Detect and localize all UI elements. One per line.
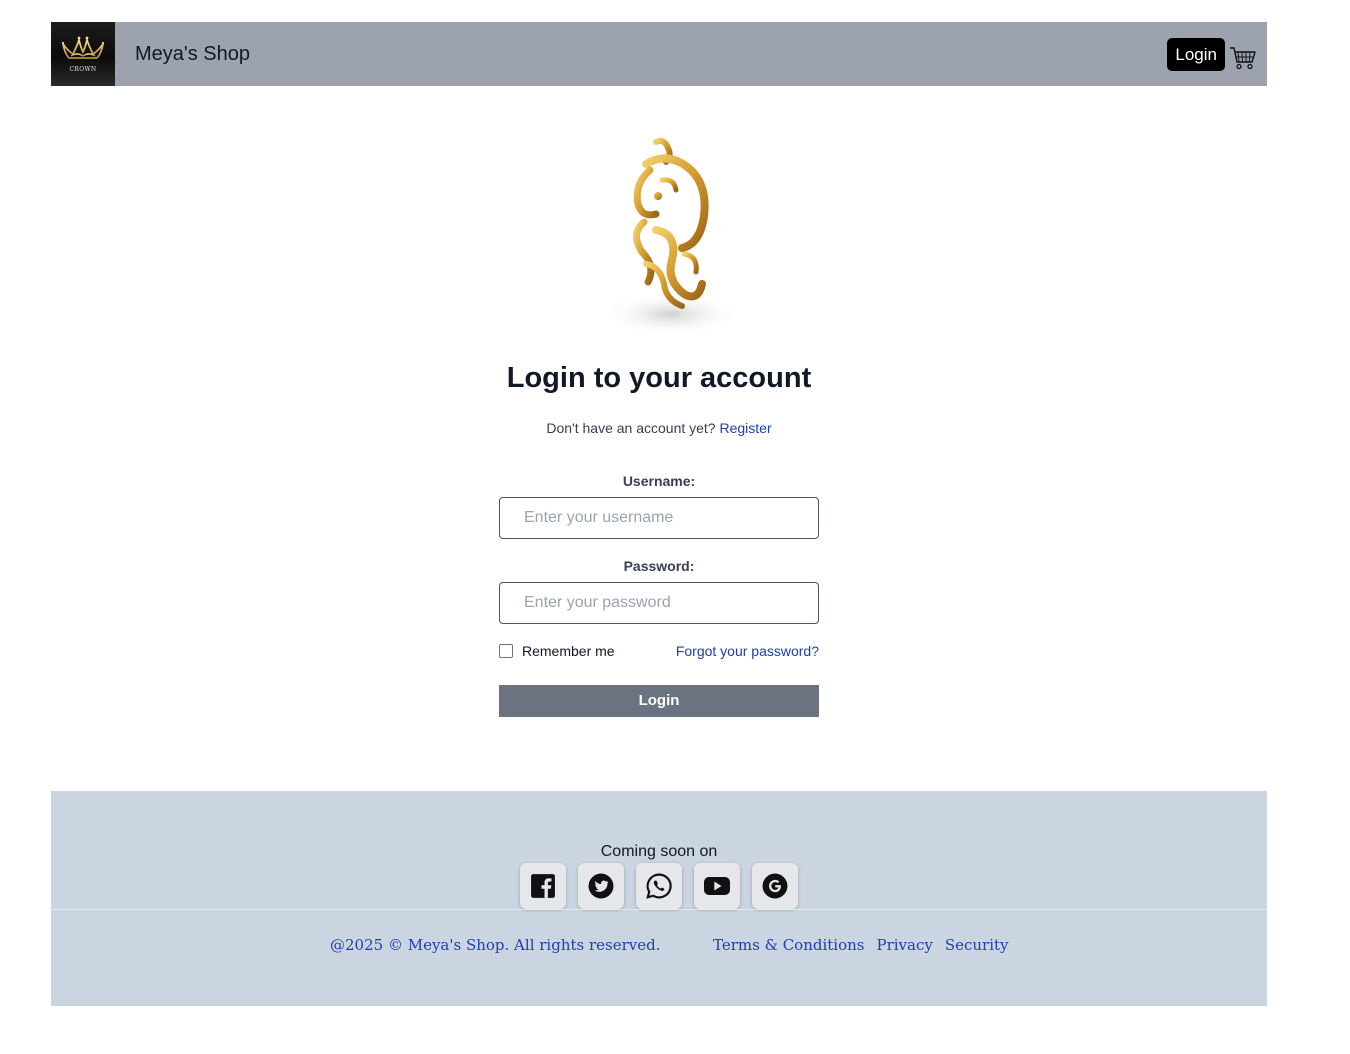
privacy-link[interactable]: Privacy [876, 936, 932, 954]
security-link[interactable]: Security [945, 936, 1009, 954]
page-frame: CROWN Meya's Shop Login Login to your ac… [51, 22, 1267, 1006]
forgot-password-link[interactable]: Forgot your password? [676, 643, 819, 659]
password-label: Password: [623, 558, 695, 574]
twitter-icon[interactable] [578, 863, 624, 909]
login-submit-button[interactable]: Login [499, 685, 819, 717]
cart-icon[interactable] [1229, 45, 1257, 71]
login-form: Username: Password: Remember me Forgot y… [499, 472, 819, 717]
username-input[interactable] [499, 497, 819, 539]
register-prompt-text: Don't have an account yet? [546, 420, 716, 436]
whatsapp-icon[interactable] [636, 863, 682, 909]
register-prompt: Don't have an account yet? Register [51, 420, 1267, 436]
youtube-icon[interactable] [694, 863, 740, 909]
ganesha-gold-image [601, 137, 741, 336]
password-input[interactable] [499, 582, 819, 624]
logo-text: CROWN [69, 66, 97, 73]
site-header: CROWN Meya's Shop Login [51, 22, 1267, 86]
register-link[interactable]: Register [719, 420, 771, 436]
social-links [520, 863, 810, 909]
remember-me-label[interactable]: Remember me [522, 643, 615, 659]
login-main: Login to your account Don't have an acco… [51, 86, 1267, 791]
page-title: Login to your account [506, 362, 812, 394]
header-actions: Login [1167, 38, 1257, 71]
site-footer: Coming soon on @2025 © Meya's Shop. All … [51, 791, 1267, 1006]
remember-me: Remember me [499, 643, 615, 659]
copyright-text: @2025 © Meya's Shop. All rights reserved… [330, 936, 661, 954]
crown-icon [61, 36, 105, 59]
coming-soon-text: Coming soon on [600, 843, 718, 860]
shop-name[interactable]: Meya's Shop [135, 43, 250, 66]
footer-divider [51, 909, 1267, 910]
google-icon[interactable] [752, 863, 798, 909]
username-label: Username: [622, 473, 696, 489]
remember-me-checkbox[interactable] [499, 644, 513, 658]
crown-logo[interactable]: CROWN [51, 22, 115, 86]
login-nav-button[interactable]: Login [1167, 38, 1225, 71]
footer-links: Terms & Conditions Privacy Security [713, 936, 1021, 954]
remember-row: Remember me Forgot your password? [499, 642, 819, 660]
terms-link[interactable]: Terms & Conditions [713, 936, 864, 954]
facebook-icon[interactable] [520, 863, 566, 909]
